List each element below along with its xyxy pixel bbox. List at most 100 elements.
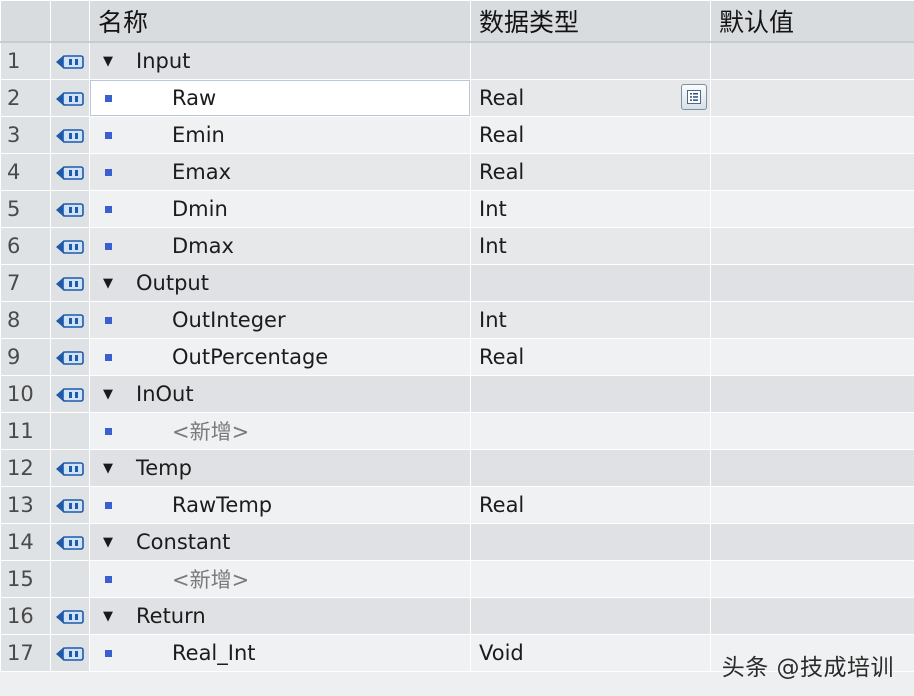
name-cell[interactable]: OutInteger [89, 301, 471, 339]
name-cell[interactable]: <新增> [89, 412, 471, 450]
data-type-cell[interactable] [470, 560, 711, 598]
name-cell[interactable]: OutPercentage [89, 338, 471, 376]
row-number[interactable]: 9 [0, 338, 51, 376]
data-type-cell[interactable]: Int [470, 227, 711, 265]
data-type-cell[interactable]: Real [470, 486, 711, 524]
expand-triangle-icon[interactable]: ▼ [91, 609, 123, 624]
table-row[interactable]: 12 ▼ Temp [0, 449, 914, 487]
row-number[interactable]: 10 [0, 375, 51, 413]
default-value-cell[interactable] [710, 227, 914, 265]
variable-name[interactable]: OutInteger [122, 308, 286, 332]
table-row[interactable]: 3 Emin Real [0, 116, 914, 154]
data-type-cell[interactable]: Real [470, 116, 711, 154]
name-cell[interactable]: Emin [89, 116, 471, 154]
default-value-cell[interactable] [710, 301, 914, 339]
table-row[interactable]: 8 OutInteger Int [0, 301, 914, 339]
variable-name[interactable]: RawTemp [122, 493, 272, 517]
default-value-cell[interactable] [710, 523, 914, 561]
name-cell[interactable]: ▼ Temp [89, 449, 471, 487]
row-number[interactable]: 8 [0, 301, 51, 339]
name-cell[interactable]: ▼ Output [89, 264, 471, 302]
table-row[interactable]: 6 Dmax Int [0, 227, 914, 265]
data-type-cell[interactable] [470, 41, 711, 80]
table-row[interactable]: 9 OutPercentage Real [0, 338, 914, 376]
data-type-cell[interactable] [470, 264, 711, 302]
row-number[interactable]: 7 [0, 264, 51, 302]
data-type-cell[interactable]: Int [470, 301, 711, 339]
name-cell[interactable]: Dmax [89, 227, 471, 265]
data-type-cell[interactable] [470, 449, 711, 487]
data-type-cell[interactable] [470, 523, 711, 561]
row-number[interactable]: 15 [0, 560, 51, 598]
row-number[interactable]: 5 [0, 190, 51, 228]
data-type-cell[interactable]: Int [470, 190, 711, 228]
variable-name[interactable]: Raw [122, 86, 216, 110]
default-value-cell[interactable] [710, 264, 914, 302]
variable-name[interactable]: Dmax [122, 234, 234, 258]
expand-triangle-icon[interactable]: ▼ [91, 276, 123, 291]
table-row[interactable]: 7 ▼ Output [0, 264, 914, 302]
table-row[interactable]: 13 RawTemp Real [0, 486, 914, 524]
name-cell[interactable]: Emax [89, 153, 471, 191]
table-row[interactable]: 10 ▼ InOut [0, 375, 914, 413]
row-number[interactable]: 1 [0, 41, 51, 80]
row-number[interactable]: 4 [0, 153, 51, 191]
row-number[interactable]: 14 [0, 523, 51, 561]
row-number[interactable]: 6 [0, 227, 51, 265]
add-new-placeholder[interactable]: <新增> [122, 416, 249, 446]
variable-name[interactable]: Real_Int [122, 641, 256, 665]
default-value-cell[interactable] [710, 153, 914, 191]
name-cell[interactable]: ▼ Constant [89, 523, 471, 561]
row-number[interactable]: 16 [0, 597, 51, 635]
name-cell[interactable]: ▼ InOut [89, 375, 471, 413]
expand-triangle-icon[interactable]: ▼ [91, 535, 123, 550]
table-row[interactable]: 2 Raw Real [0, 79, 914, 117]
data-type-cell[interactable] [470, 375, 711, 413]
table-row[interactable]: 5 Dmin Int [0, 190, 914, 228]
default-value-cell[interactable] [710, 190, 914, 228]
type-picker-button[interactable] [681, 84, 707, 110]
name-cell[interactable]: Raw [89, 79, 471, 117]
row-number[interactable]: 3 [0, 116, 51, 154]
name-cell[interactable]: Real_Int [89, 634, 471, 672]
row-number[interactable]: 13 [0, 486, 51, 524]
default-value-cell[interactable] [710, 375, 914, 413]
table-row[interactable]: 4 Emax Real [0, 153, 914, 191]
row-number[interactable]: 12 [0, 449, 51, 487]
variable-name[interactable]: Temp [122, 456, 192, 480]
header-name[interactable]: 名称 [89, 0, 471, 43]
table-row[interactable]: 1 ▼ Input [0, 41, 914, 80]
default-value-cell[interactable] [710, 486, 914, 524]
data-type-cell[interactable]: Real [470, 153, 711, 191]
default-value-cell[interactable] [710, 79, 914, 117]
table-row[interactable]: 11 <新增> [0, 412, 914, 450]
variable-name[interactable]: Input [122, 49, 190, 73]
variable-name[interactable]: InOut [122, 382, 194, 406]
name-cell[interactable]: ▼ Input [89, 41, 471, 80]
header-data-type[interactable]: 数据类型 [470, 0, 711, 43]
expand-triangle-icon[interactable]: ▼ [91, 54, 123, 69]
data-type-cell[interactable] [470, 412, 711, 450]
table-row[interactable]: 15 <新增> [0, 560, 914, 598]
variable-name[interactable]: Emax [122, 160, 231, 184]
add-new-placeholder[interactable]: <新增> [122, 564, 249, 594]
row-number[interactable]: 2 [0, 79, 51, 117]
default-value-cell[interactable] [710, 41, 914, 80]
data-type-cell[interactable]: Real [470, 79, 711, 117]
variable-name[interactable]: Output [122, 271, 209, 295]
expand-triangle-icon[interactable]: ▼ [91, 461, 123, 476]
variable-name[interactable]: Return [122, 604, 206, 628]
data-type-cell[interactable]: Void [470, 634, 711, 672]
name-cell[interactable]: Dmin [89, 190, 471, 228]
row-number[interactable]: 17 [0, 634, 51, 672]
name-cell[interactable]: ▼ Return [89, 597, 471, 635]
name-cell[interactable]: <新增> [89, 560, 471, 598]
variable-name[interactable]: Emin [122, 123, 225, 147]
name-cell[interactable]: RawTemp [89, 486, 471, 524]
variable-name[interactable]: Constant [122, 530, 230, 554]
data-type-cell[interactable]: Real [470, 338, 711, 376]
variable-name[interactable]: Dmin [122, 197, 228, 221]
default-value-cell[interactable] [710, 449, 914, 487]
data-type-cell[interactable] [470, 597, 711, 635]
default-value-cell[interactable] [710, 116, 914, 154]
